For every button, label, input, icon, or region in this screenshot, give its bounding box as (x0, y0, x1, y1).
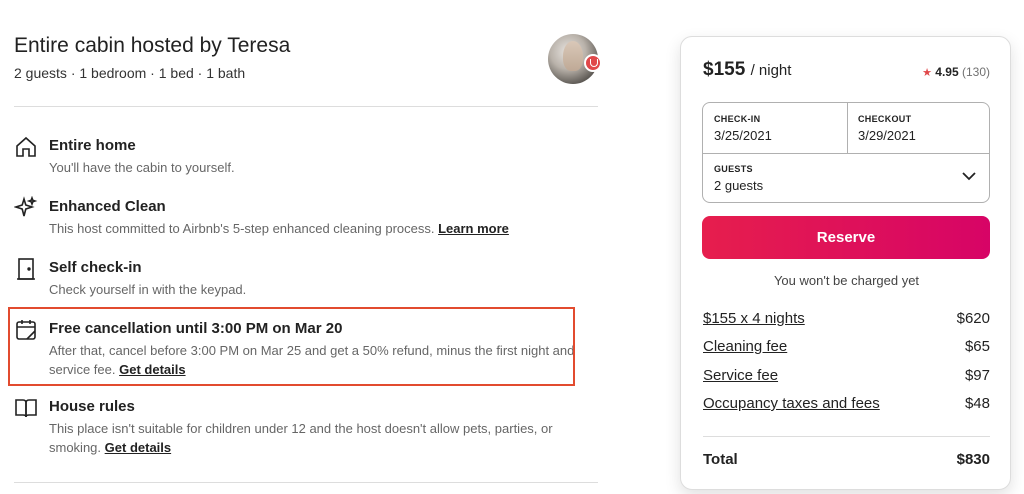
feature-description: Check yourself in with the keypad. (49, 282, 247, 297)
feature-description: This host committed to Airbnb's 5-step e… (49, 221, 509, 236)
rating[interactable]: ★ 4.95 (130) (922, 65, 990, 79)
home-icon (14, 135, 38, 159)
total-row: Total $830 (703, 451, 990, 468)
price-line: Service fee $97 (703, 367, 990, 384)
price-unit: / night (750, 62, 792, 79)
door-icon (14, 257, 38, 281)
avatar-photo (563, 41, 583, 71)
divider (14, 106, 598, 107)
price-line-label[interactable]: Occupancy taxes and fees (703, 395, 880, 412)
review-count: (130) (961, 65, 990, 79)
price-line: $155 x 4 nights $620 (703, 310, 990, 327)
guests-value: 2 guests (714, 178, 764, 193)
nightly-price: $155 / night (703, 59, 792, 80)
highlight-annotation (8, 307, 575, 386)
price-line-amount: $65 (964, 338, 990, 355)
learn-more-link[interactable]: Learn more (438, 221, 509, 236)
checkin-value: 3/25/2021 (714, 128, 772, 143)
checkout-value: 3/29/2021 (858, 128, 916, 143)
feature-title: House rules (49, 398, 135, 415)
feature-description: This place isn't suitable for children u… (49, 421, 553, 455)
listing-details: Entire cabin hosted by Teresa 2 guests ·… (13, 0, 602, 494)
price-line-label[interactable]: Cleaning fee (703, 338, 787, 355)
book-icon (14, 396, 38, 420)
checkin-field[interactable]: CHECK-IN 3/25/2021 (714, 114, 772, 143)
guests-label: GUESTS (714, 164, 753, 174)
total-label: Total (703, 451, 738, 468)
guests-field[interactable]: GUESTS 2 guests (714, 164, 984, 193)
charge-notice: You won't be charged yet (773, 273, 920, 288)
listing-summary: 2 guests · 1 bedroom · 1 bed · 1 bath (14, 65, 246, 81)
total-amount: $830 (956, 451, 990, 468)
price-line-amount: $620 (956, 310, 990, 327)
feature-title: Entire home (49, 137, 136, 154)
price-line-amount: $48 (964, 395, 990, 412)
sparkle-icon (13, 195, 38, 220)
booking-card: $155 / night ★ 4.95 (130) CHECK-IN 3/25/… (680, 36, 1011, 490)
checkout-field[interactable]: CHECKOUT 3/29/2021 (858, 114, 916, 143)
divider (14, 482, 598, 483)
host-avatar[interactable] (548, 34, 602, 84)
price-line-amount: $97 (964, 367, 990, 384)
price-line: Cleaning fee $65 (703, 338, 990, 355)
price-line-label[interactable]: Service fee (703, 367, 778, 384)
get-details-link[interactable]: Get details (105, 440, 171, 455)
feature-title: Self check-in (49, 259, 142, 276)
checkout-label: CHECKOUT (858, 114, 912, 124)
star-icon: ★ (922, 67, 932, 79)
host-title: Entire cabin hosted by Teresa (14, 34, 291, 57)
divider (703, 436, 990, 437)
checkin-label: CHECK-IN (714, 114, 761, 124)
rating-value: 4.95 (935, 65, 959, 79)
superhost-badge-icon (584, 54, 602, 72)
separator (703, 153, 989, 154)
chevron-down-icon[interactable] (961, 168, 977, 184)
date-guest-picker: CHECK-IN 3/25/2021 CHECKOUT 3/29/2021 GU… (702, 102, 990, 203)
separator (847, 103, 848, 153)
feature-description: You'll have the cabin to yourself. (49, 160, 235, 175)
reserve-button[interactable]: Reserve (702, 216, 990, 259)
price-line: Occupancy taxes and fees $48 (703, 395, 990, 412)
price-line-label[interactable]: $155 x 4 nights (703, 310, 805, 327)
feature-title: Enhanced Clean (49, 198, 166, 215)
